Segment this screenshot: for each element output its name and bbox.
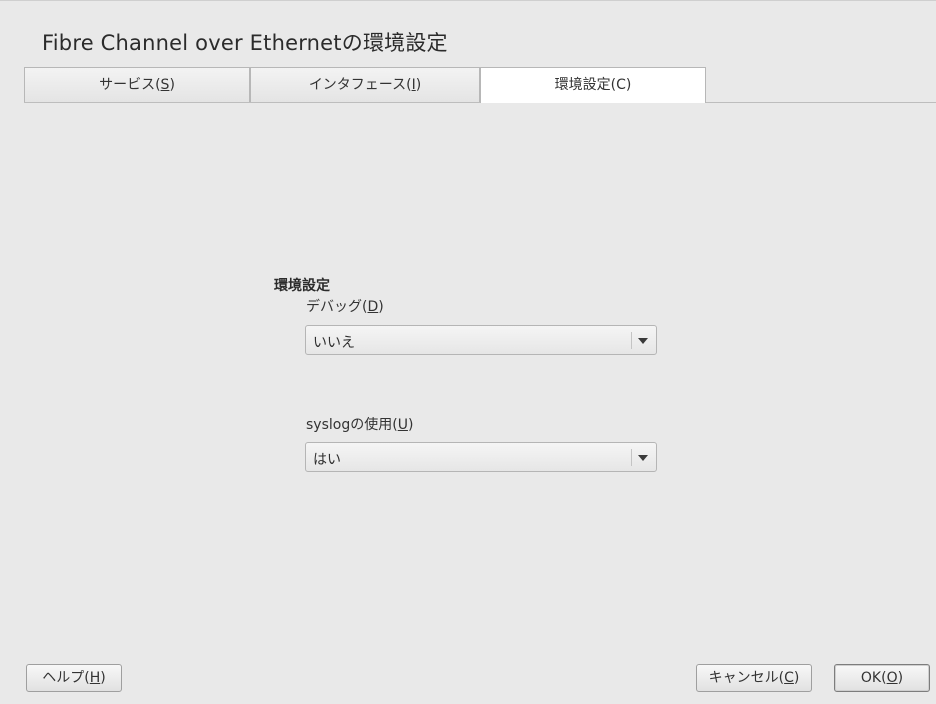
chevron-down-icon [638,455,648,461]
syslog-label-suffix: ) [407,417,414,433]
syslog-label: syslogの使用(U) [306,414,413,434]
syslog-label-mnemonic: U [397,417,408,433]
ok-button-label: OK( [860,670,887,686]
help-button[interactable]: ヘルプ(H) [26,664,122,692]
tab-bar: サービス(S) インタフェース(I) 環境設定(C) [24,67,936,103]
syslog-select-value: はい [313,452,341,468]
tab-configuration[interactable]: 環境設定(C) [480,67,706,103]
debug-label: デバッグ(D) [306,296,384,316]
chevron-down-icon [638,338,648,344]
tab-services[interactable]: サービス(S) [24,67,250,102]
tab-interfaces-label: インタフェース( [308,77,412,93]
cancel-button-suffix: ) [793,670,800,686]
debug-label-text: デバッグ( [306,299,368,315]
ok-button-suffix: ) [897,670,904,686]
help-button-label: ヘルプ( [42,670,90,686]
page-title: Fibre Channel over Ethernetの環境設定 [42,31,448,55]
debug-select[interactable]: いいえ [305,325,657,355]
tab-configuration-label: 環境設定(C) [554,77,632,93]
debug-label-suffix: ) [378,299,384,315]
debug-label-mnemonic: D [367,299,379,315]
cancel-button[interactable]: キャンセル(C) [696,664,812,692]
tab-services-suffix: ) [169,77,175,93]
syslog-label-text: syslogの使用( [306,417,398,433]
debug-select-separator [631,332,632,349]
section-title-configuration: 環境設定 [274,278,330,294]
cancel-button-label: キャンセル( [708,670,785,686]
syslog-select-separator [631,449,632,466]
help-button-mnemonic: H [89,670,101,686]
tab-services-label: サービス( [99,77,161,93]
ok-button[interactable]: OK(O) [834,664,930,692]
help-button-suffix: ) [100,670,106,686]
tab-interfaces-suffix: ) [415,77,422,93]
yast-fcoe-config-window: Fibre Channel over Ethernetの環境設定 サービス(S)… [0,0,936,704]
ok-button-mnemonic: O [886,670,898,686]
cancel-button-mnemonic: C [784,670,794,686]
debug-select-value: いいえ [313,335,355,351]
tab-interfaces[interactable]: インタフェース(I) [250,67,480,102]
syslog-select[interactable]: はい [305,442,657,472]
